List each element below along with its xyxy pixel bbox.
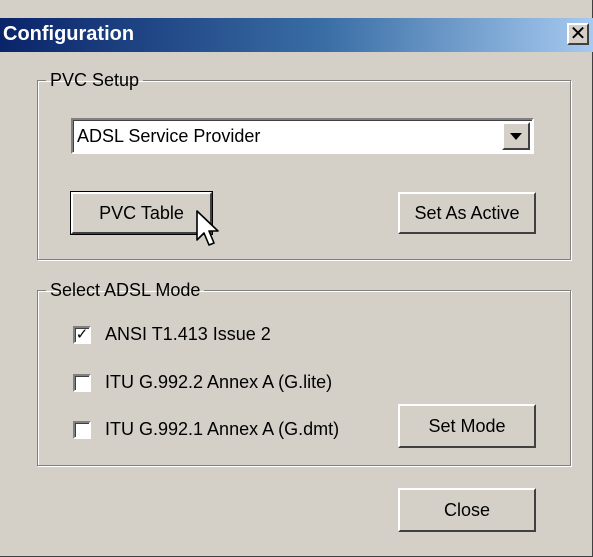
mouse-cursor-icon [196, 210, 219, 246]
checkbox-glite[interactable] [73, 374, 91, 392]
checkbox-ansi[interactable]: ✓ [73, 326, 91, 344]
pvc-setup-legend: PVC Setup [50, 70, 140, 90]
mode-option-label: ANSI T1.413 Issue 2 [105, 324, 271, 344]
checkbox-gdmt[interactable] [73, 421, 91, 439]
chevron-down-icon[interactable] [502, 122, 530, 150]
mode-option-label: ITU G.992.1 Annex A (G.dmt) [105, 419, 340, 439]
set-mode-button[interactable]: Set Mode [398, 404, 536, 448]
set-as-active-button[interactable]: Set As Active [398, 192, 536, 234]
mode-option-label: ITU G.992.2 Annex A (G.lite) [105, 372, 333, 392]
configuration-dialog: Configuration ✕ PVC Setup ADSL Service P… [0, 0, 593, 557]
window-title: Configuration [3, 23, 135, 45]
provider-select[interactable]: ADSL Service Provider [71, 118, 534, 154]
adsl-mode-legend: Select ADSL Mode [50, 280, 201, 300]
close-icon[interactable]: ✕ [567, 23, 589, 45]
title-bar[interactable]: Configuration ✕ [0, 18, 593, 52]
close-button[interactable]: Close [398, 488, 536, 532]
pvc-table-button[interactable]: PVC Table [70, 191, 213, 235]
provider-select-value: ADSL Service Provider [77, 126, 261, 146]
